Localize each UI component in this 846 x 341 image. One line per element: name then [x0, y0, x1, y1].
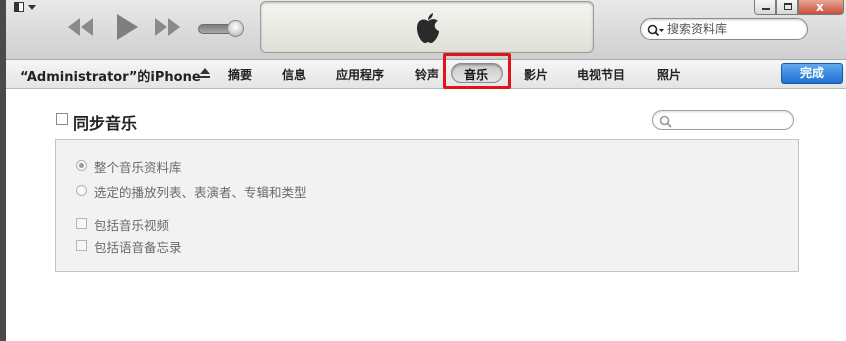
- highlight-box: [443, 53, 511, 89]
- selected-items-radio[interactable]: [76, 185, 87, 196]
- device-nav-bar: “Administrator”的iPhone 摘要 信息 应用程序 铃声 影片 …: [6, 60, 846, 89]
- eject-icon[interactable]: [200, 68, 211, 79]
- tab-movies[interactable]: 影片: [524, 66, 548, 83]
- rewind-icon[interactable]: [66, 14, 96, 40]
- close-icon[interactable]: x: [798, 0, 844, 15]
- done-button[interactable]: 完成: [781, 63, 843, 84]
- fast-forward-icon[interactable]: [152, 14, 182, 40]
- tab-info[interactable]: 信息: [282, 66, 306, 83]
- volume-knob[interactable]: [227, 20, 244, 37]
- music-options-panel: 整个音乐资料库 选定的播放列表、表演者、专辑和类型 包括音乐视频 包括语音备忘录: [55, 139, 799, 272]
- tab-photos[interactable]: 照片: [657, 66, 681, 83]
- maximize-icon[interactable]: [776, 0, 798, 15]
- tab-ringtones[interactable]: 铃声: [415, 66, 439, 83]
- search-icon[interactable]: [647, 23, 665, 37]
- entire-library-radio[interactable]: [76, 160, 87, 171]
- selected-items-label: 选定的播放列表、表演者、专辑和类型: [94, 185, 307, 200]
- tab-summary[interactable]: 摘要: [228, 66, 252, 83]
- include-voice-memos-label: 包括语音备忘录: [94, 240, 182, 255]
- sync-music-checkbox[interactable]: [56, 113, 68, 125]
- tab-tv-shows[interactable]: 电视节目: [577, 66, 625, 83]
- minimize-icon[interactable]: [754, 0, 776, 15]
- entire-library-label: 整个音乐资料库: [94, 160, 182, 175]
- include-music-videos-checkbox[interactable]: [76, 218, 87, 229]
- menu-toggle-icon[interactable]: [14, 2, 40, 14]
- library-search-input[interactable]: [667, 21, 803, 37]
- include-voice-memos-checkbox[interactable]: [76, 240, 87, 251]
- itunes-window: x “Administrator”的iPhone 摘要 信息 应用程序 铃声 影…: [0, 0, 846, 341]
- play-icon[interactable]: [114, 12, 140, 42]
- include-music-videos-label: 包括音乐视频: [94, 218, 170, 233]
- status-display: [260, 1, 594, 53]
- tab-apps[interactable]: 应用程序: [336, 66, 384, 83]
- music-search-field[interactable]: [652, 110, 794, 130]
- apple-logo-icon: [415, 12, 441, 44]
- library-search-field[interactable]: [640, 18, 808, 40]
- volume-slider[interactable]: [198, 20, 244, 38]
- device-name: “Administrator”的iPhone: [20, 70, 201, 85]
- top-toolbar: x: [6, 0, 846, 60]
- search-icon[interactable]: [659, 114, 673, 128]
- sync-music-title: 同步音乐: [73, 114, 138, 133]
